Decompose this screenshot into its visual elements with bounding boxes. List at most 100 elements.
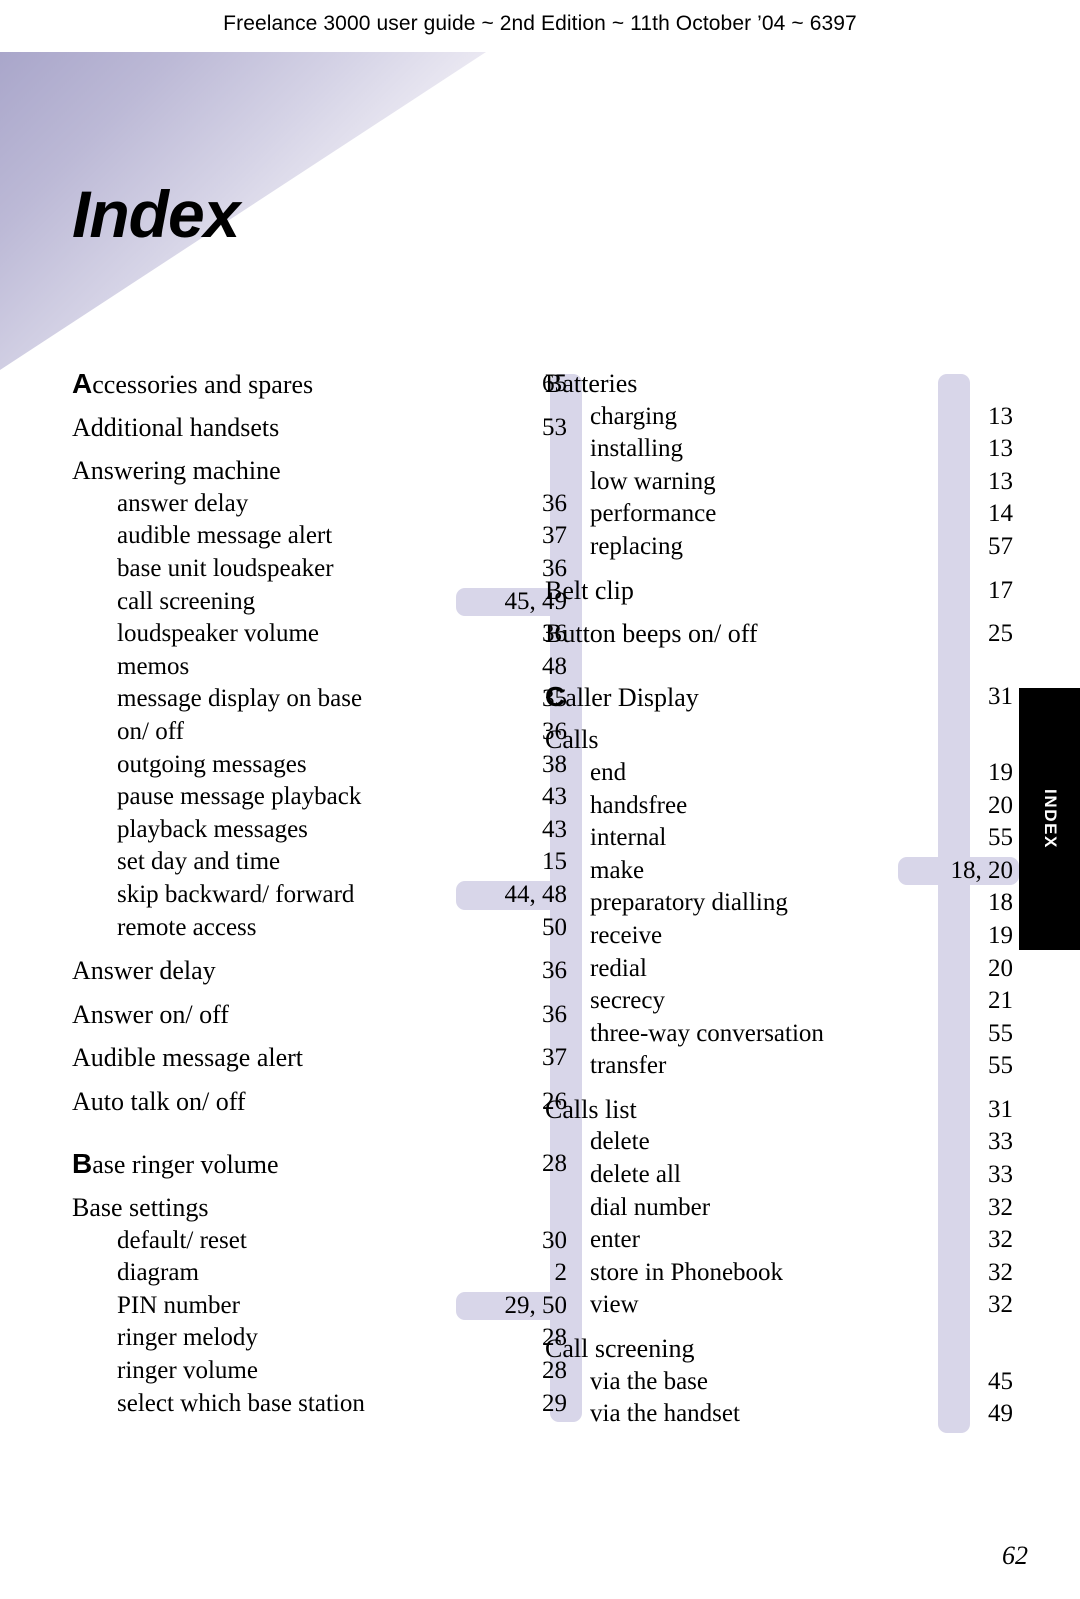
index-entry: Belt clip 17: [545, 575, 1013, 608]
index-entry: installing 13: [545, 433, 1013, 466]
index-entry-label: memos: [117, 652, 190, 680]
index-entry-label: Calls list: [545, 1094, 637, 1124]
index-entry: via the base 45: [545, 1366, 1013, 1399]
index-entry-pages: 33: [988, 1161, 1013, 1189]
index-entry-label: ringer melody: [117, 1324, 258, 1352]
index-entry-pages: 25: [988, 620, 1013, 648]
index-entry-pages: 32: [988, 1193, 1013, 1221]
index-entry-pages: 17: [988, 576, 1013, 604]
index-entry-list-left: Accessories and spares 65 Additional hands…: [72, 368, 573, 1421]
running-head: Freelance 3000 user guide ~ 2nd Edition …: [223, 12, 857, 35]
index-entry-label: receive: [590, 921, 663, 949]
index-entry-label: Additional handsets: [72, 412, 280, 442]
index-section-initial: A: [72, 368, 93, 399]
index-entry-label: playback messages: [117, 815, 308, 843]
index-entry-label: ringer volume: [117, 1357, 258, 1385]
index-entry-text: ccessories and spares: [92, 370, 314, 399]
index-entry-label: Belt clip: [545, 575, 634, 605]
index-entry-label: Calls: [545, 725, 599, 755]
index-entry-pages: 31: [988, 1095, 1013, 1123]
index-entry: receive 19: [545, 920, 1013, 953]
index-entry: delete 33: [545, 1126, 1013, 1159]
folio-page-number: 62: [1002, 1541, 1028, 1570]
index-entry-pages: 20: [988, 954, 1013, 982]
index-entry: performance 14: [545, 498, 1013, 531]
index-entry: charging 13: [545, 401, 1013, 434]
index-entry-label: preparatory dialling: [590, 889, 788, 917]
index-entry: three-way conversation 55: [545, 1018, 1013, 1051]
index-entry: internal 55: [545, 822, 1013, 855]
index-entry: answer delay 36: [72, 488, 567, 521]
index-entry-label: diagram: [117, 1259, 199, 1287]
index-section-initial: B: [72, 1148, 93, 1180]
index-column-right: Batteries charging 13 installing 13 low warni…: [545, 368, 1019, 1433]
index-entry: enter 32: [545, 1224, 1013, 1257]
index-entry: remote access 50: [72, 912, 567, 945]
index-entry: Base ringer volume 28: [72, 1148, 567, 1181]
index-entry-label: three-way conversation: [590, 1019, 824, 1047]
index-entry-label: delete: [590, 1128, 650, 1156]
index-entry-pages: 19: [988, 921, 1013, 949]
index-entry-label: default/ reset: [117, 1226, 247, 1254]
index-entry-label: charging: [590, 402, 678, 430]
index-entry-pages: 18: [988, 889, 1013, 917]
index-entry-pages: 19: [988, 758, 1013, 786]
index-entry: view 32: [545, 1289, 1013, 1322]
index-entry: base unit loudspeaker 36: [72, 553, 567, 586]
index-entry: Caller Display 31: [545, 680, 1013, 714]
index-entry-pages: 57: [988, 532, 1013, 560]
index-entry-label: outgoing messages: [117, 750, 307, 778]
index-entry-pages: 33: [988, 1128, 1013, 1156]
index-entry-label: Batteries: [545, 369, 638, 398]
index-entry-label: set day and time: [117, 848, 281, 876]
page-title: Index: [72, 177, 240, 251]
index-entry: outgoing messages 38: [72, 749, 567, 782]
index-entry-label: remote access: [117, 913, 257, 941]
index-entry-label: on/ off: [117, 717, 184, 745]
index-entry-pages: 55: [988, 824, 1013, 852]
index-entry: memos 48: [72, 651, 567, 684]
index-entry: dial number 32: [545, 1192, 1013, 1225]
index-entry-label: low warning: [590, 467, 716, 495]
index-columns: Accessories and spares 65 Additional hands…: [0, 368, 1080, 1468]
index-entry: replacing 57: [545, 531, 1013, 564]
index-entry: Answer on/ off 36: [72, 999, 567, 1032]
index-entry: pause message playback 43: [72, 781, 567, 814]
index-entry-pages: 32: [988, 1291, 1013, 1319]
index-entry: Calls list 31: [545, 1094, 1013, 1127]
index-entry-pages: 31: [988, 682, 1013, 710]
index-entry-label: via the base: [590, 1367, 709, 1395]
index-entry: delete all 33: [545, 1159, 1013, 1192]
index-entry: Call screening: [545, 1333, 985, 1366]
index-entry: secrecy 21: [545, 985, 1013, 1018]
index-entry: message display on base 35: [72, 683, 567, 716]
index-entry-pages: 18, 20: [828, 855, 1019, 888]
index-entry: call screening 45, 49: [72, 586, 573, 619]
index-entry-pages: 13: [988, 402, 1013, 430]
index-entry: playback messages 43: [72, 814, 567, 847]
index-entry: ringer melody 28: [72, 1322, 567, 1355]
index-entry-label: Base settings: [72, 1193, 209, 1223]
index-entry-label: view: [590, 1291, 639, 1319]
index-entry: Calls: [545, 724, 985, 757]
index-entry-label: Answering machine: [72, 456, 281, 486]
index-entry: low warning 13: [545, 466, 1013, 499]
index-entry: ringer volume 28: [72, 1355, 567, 1388]
index-entry-label: performance: [590, 500, 717, 528]
index-entry-label: internal: [590, 824, 667, 852]
index-entry: transfer 55: [545, 1050, 1013, 1083]
index-entry: store in Phonebook 32: [545, 1257, 1013, 1290]
index-entry-label: delete all: [590, 1161, 681, 1189]
index-entry-label: dial number: [590, 1193, 711, 1221]
index-entry-label: secrecy: [590, 987, 665, 1015]
index-entry-pages: 32: [988, 1258, 1013, 1286]
index-entry-text: ase ringer volume: [92, 1150, 279, 1180]
index-entry: default/ reset 30: [72, 1225, 567, 1258]
index-entry: select which base station 29: [72, 1388, 567, 1421]
index-entry-pages: 49: [988, 1400, 1013, 1428]
index-entry-label: skip backward/ forward: [117, 880, 355, 908]
index-entry: handsfree 20: [545, 790, 1013, 823]
index-entry-label: installing: [590, 435, 684, 463]
index-entry-label: via the handset: [590, 1400, 740, 1428]
index-section-initial: C: [545, 680, 566, 712]
